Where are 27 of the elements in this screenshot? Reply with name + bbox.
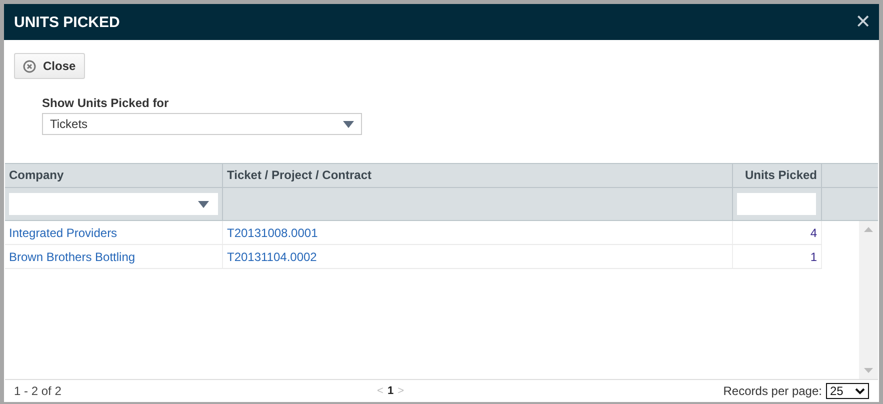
page-size-dropdown[interactable]: 25 [826, 383, 869, 399]
dropdown-caret-icon [198, 200, 209, 208]
chevron-down-icon [855, 388, 865, 394]
ticket-link[interactable]: T20131104.0002 [227, 250, 317, 264]
units-value: 1 [810, 250, 817, 264]
pager-link[interactable]: 1 [387, 385, 394, 397]
units-value: 4 [810, 226, 817, 240]
company-filter-dropdown[interactable] [9, 193, 218, 215]
close-button[interactable]: Close [14, 53, 85, 79]
dropdown-caret-icon [343, 120, 354, 128]
field-label: Show Units Picked for [42, 96, 170, 110]
close-circle-icon [23, 60, 36, 72]
scrollbar[interactable] [859, 221, 878, 379]
scroll-up-icon[interactable] [864, 227, 873, 232]
column-header[interactable]: Company [5, 164, 223, 187]
ticket-link[interactable]: T20131008.0001 [227, 226, 318, 240]
units-filter-field[interactable] [737, 193, 816, 215]
column-header[interactable]: Ticket / Project / Contract [223, 164, 733, 187]
window-title: UNITS PICKED [14, 14, 120, 30]
record-count: 1 - 2 of 2 [14, 384, 62, 398]
company-link[interactable]: Integrated Providers [9, 226, 118, 240]
column-header[interactable]: Units Picked [733, 164, 822, 187]
company-link[interactable]: Brown Brothers Bottling [9, 250, 136, 264]
records-per-page-label: Records per page: [723, 384, 822, 398]
close-button[interactable]: ✕ [855, 11, 871, 33]
scroll-down-icon[interactable] [864, 368, 873, 373]
show-for-dropdown[interactable]: Tickets [42, 113, 362, 135]
